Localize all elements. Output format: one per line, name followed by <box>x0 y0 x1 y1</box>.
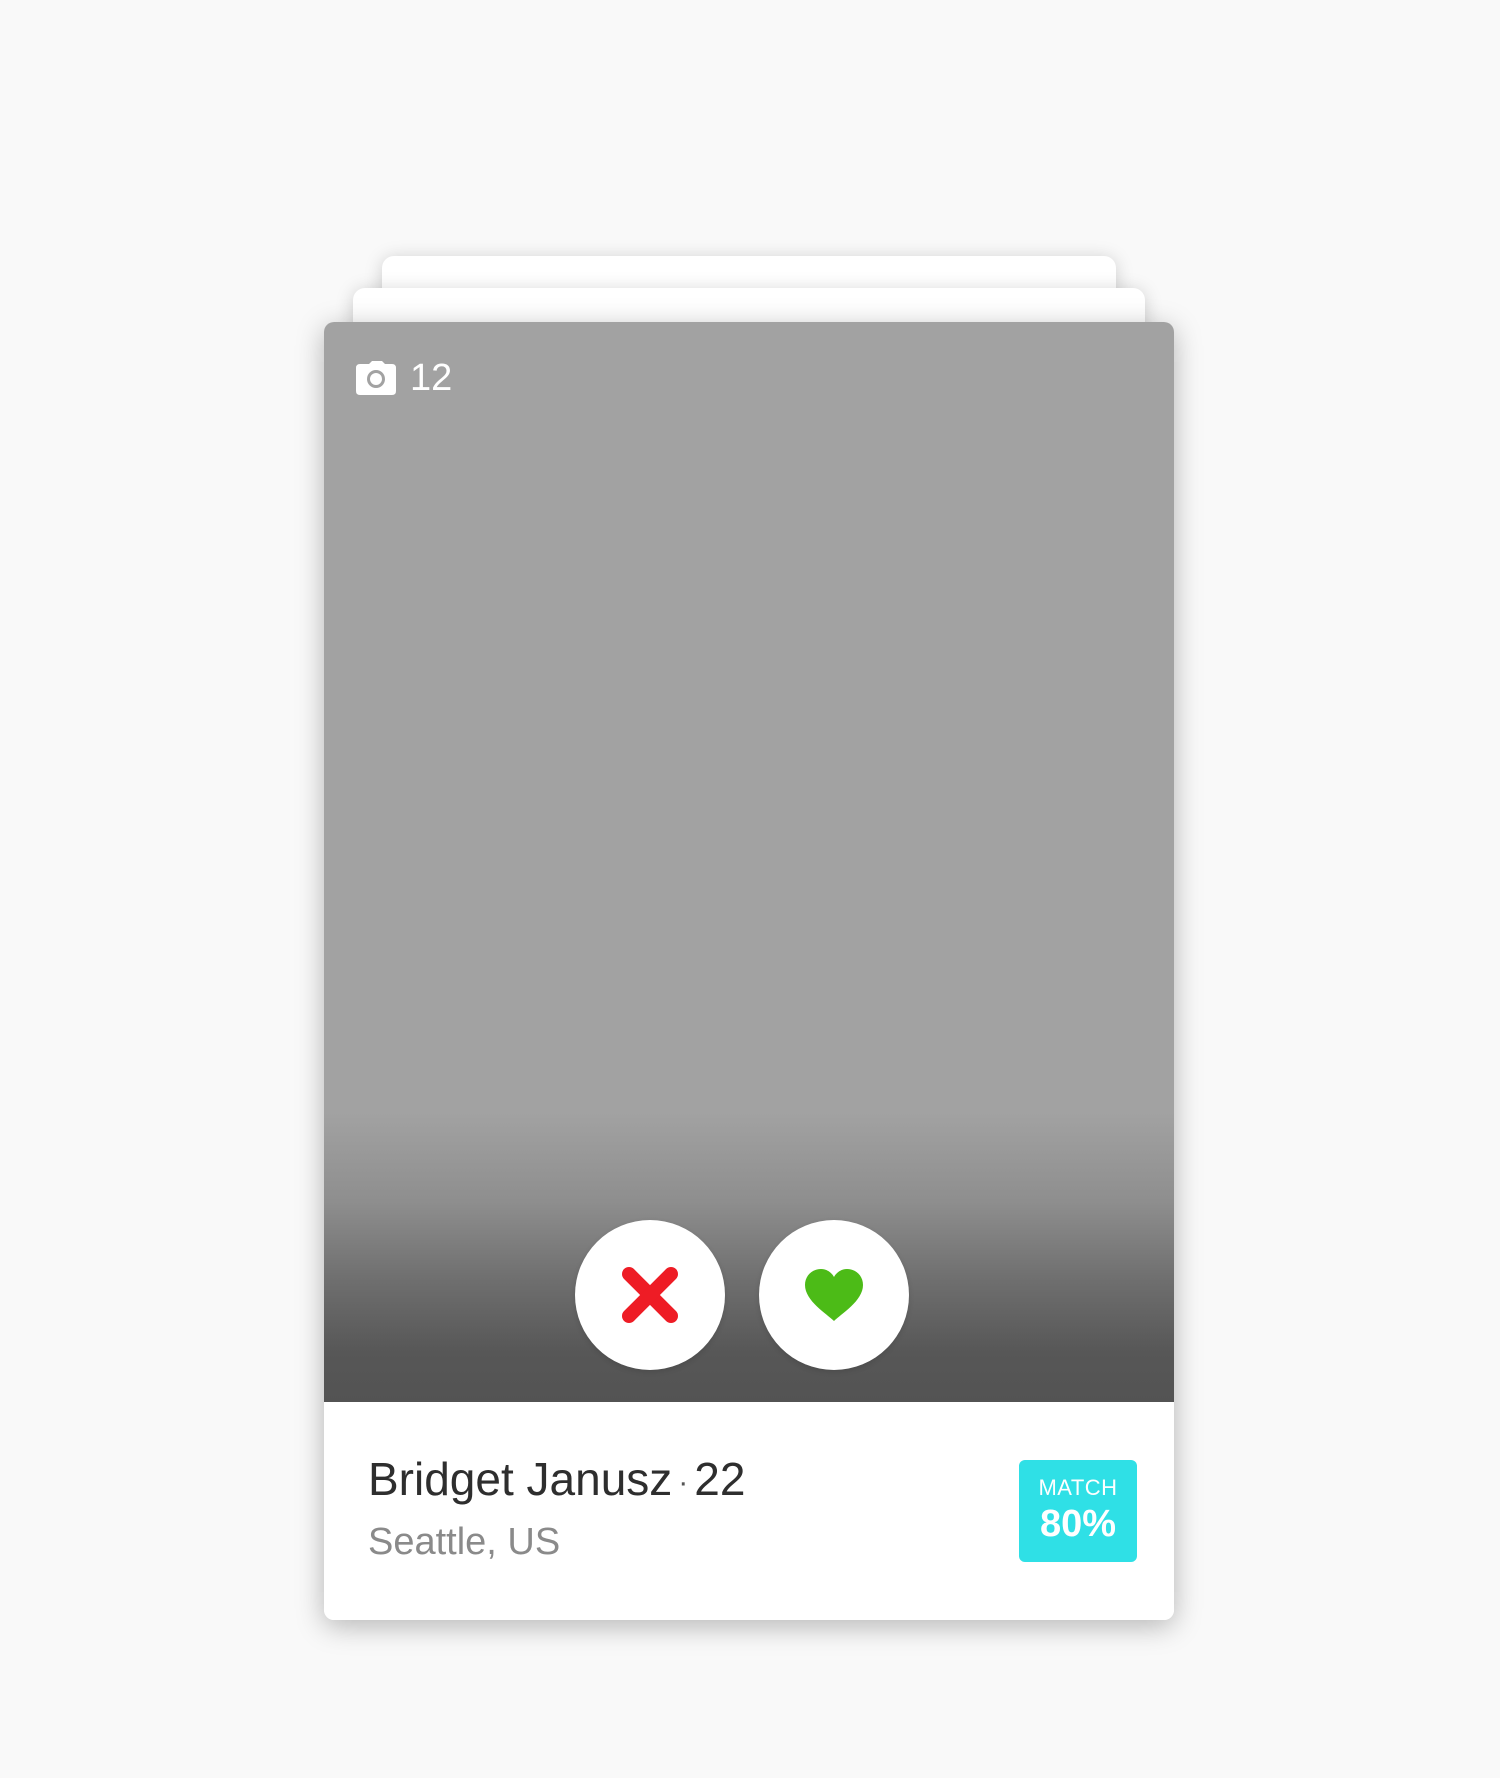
name-age-separator: · <box>678 1465 689 1499</box>
profile-name-age: Bridget Janusz · 22 <box>368 1452 745 1510</box>
photo-count: 12 <box>356 358 452 398</box>
match-label: MATCH <box>1038 1475 1118 1500</box>
close-x-icon <box>619 1264 681 1326</box>
page: 12 Bridget Janusz · 22 Seattle, US MATCH… <box>0 0 1500 1778</box>
camera-icon <box>356 361 396 395</box>
profile-age: 22 <box>694 1453 746 1505</box>
match-badge: MATCH 80% <box>1019 1460 1137 1562</box>
profile-photo[interactable]: 12 <box>324 322 1174 1402</box>
heart-icon <box>803 1267 865 1323</box>
match-percentage: 80% <box>1039 1503 1117 1545</box>
profile-info: Bridget Janusz · 22 Seattle, US MATCH 80% <box>324 1402 1174 1620</box>
profile-card[interactable]: 12 Bridget Janusz · 22 Seattle, US MATCH… <box>324 322 1174 1620</box>
profile-name: Bridget Janusz <box>368 1453 673 1505</box>
photo-count-value: 12 <box>410 357 453 399</box>
dislike-button[interactable] <box>575 1220 725 1370</box>
like-button[interactable] <box>759 1220 909 1370</box>
action-buttons <box>575 1220 909 1370</box>
profile-location: Seattle, US <box>368 1521 561 1563</box>
